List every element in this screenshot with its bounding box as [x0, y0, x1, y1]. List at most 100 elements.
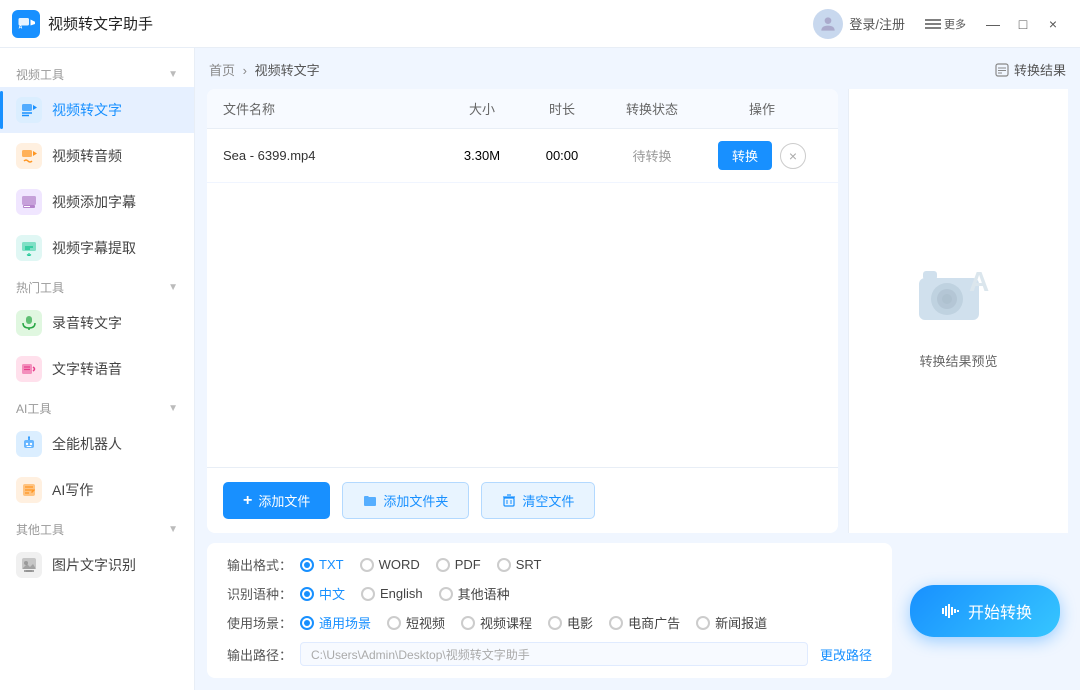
scene-news[interactable]: 新闻报道: [696, 613, 767, 632]
minimize-button[interactable]: —: [978, 11, 1008, 37]
col-status-header: 转换状态: [602, 99, 702, 118]
file-duration: 00:00: [522, 148, 602, 163]
radio-circle-english: [361, 587, 375, 601]
user-section[interactable]: 登录/注册: [813, 9, 905, 39]
sidebar-item-video-to-text[interactable]: 视频转文字: [0, 87, 194, 133]
result-button-label: 转换结果: [1014, 60, 1066, 79]
breadcrumb: 首页 › 视频转文字 转换结果: [207, 60, 1068, 79]
result-button[interactable]: 转换结果: [995, 60, 1066, 79]
start-button-area: 开始转换: [902, 543, 1068, 678]
radio-circle-course: [461, 616, 475, 630]
sidebar-item-ai-writing[interactable]: AI写作: [0, 467, 194, 513]
sidebar-item-label: 图片文字识别: [52, 555, 136, 575]
maximize-button[interactable]: □: [1008, 11, 1038, 37]
language-label: 识别语种：: [227, 584, 292, 603]
ai-robot-icon: [16, 431, 42, 457]
sidebar-item-video-add-caption[interactable]: 视频添加字幕: [0, 179, 194, 225]
content-body: 文件名称 大小 时长 转换状态 操作 Sea - 6399.mp4 3.30M …: [207, 89, 1068, 533]
scene-short-label: 短视频: [406, 613, 445, 632]
col-size-header: 大小: [442, 99, 522, 118]
file-table-body: Sea - 6399.mp4 3.30M 00:00 待转换 转换 ×: [207, 129, 838, 467]
scene-movie-label: 电影: [567, 613, 593, 632]
options-area: 输出格式： TXT WORD: [207, 543, 892, 678]
svg-text:A: A: [969, 266, 989, 297]
sidebar-item-label: 视频添加字幕: [52, 192, 136, 212]
scene-ecommerce[interactable]: 电商广告: [609, 613, 680, 632]
breadcrumb-current: 视频转文字: [255, 63, 320, 78]
format-word[interactable]: WORD: [360, 557, 420, 572]
ai-writing-icon: [16, 477, 42, 503]
clear-files-button[interactable]: 清空文件: [481, 482, 595, 519]
file-actions-cell: 转换 ×: [702, 141, 822, 170]
sidebar-item-text-to-audio[interactable]: 文字转语音: [0, 346, 194, 392]
delete-button[interactable]: ×: [780, 143, 806, 169]
close-button[interactable]: ×: [1038, 11, 1068, 37]
file-section: 文件名称 大小 时长 转换状态 操作 Sea - 6399.mp4 3.30M …: [207, 89, 838, 533]
app-title: 视频转文字助手: [48, 13, 813, 34]
sidebar-item-label: 文字转语音: [52, 359, 122, 379]
sidebar-item-audio-to-text[interactable]: 录音转文字: [0, 300, 194, 346]
lang-chinese[interactable]: 中文: [300, 584, 345, 603]
radio-circle-pdf: [436, 558, 450, 572]
path-input[interactable]: [300, 642, 808, 666]
radio-circle-word: [360, 558, 374, 572]
radio-circle-general: [300, 616, 314, 630]
app-logo: A: [12, 10, 40, 38]
file-action-buttons: + 添加文件 添加文件夹: [207, 467, 838, 533]
titlebar: A 视频转文字助手 登录/注册 更多 — □ ×: [0, 0, 1080, 48]
folder-icon: [363, 494, 377, 508]
sidebar-item-label: 视频转音频: [52, 146, 122, 166]
scene-general[interactable]: 通用场景: [300, 613, 371, 632]
sidebar-section-ai-tools: AI工具 ▼: [0, 392, 194, 421]
chevron-down-icon: ▼: [168, 403, 178, 414]
chevron-down-icon: ▼: [168, 69, 178, 80]
right-preview-panel: A 转换结果预览: [848, 89, 1068, 533]
path-row: 输出路径： 更改路径: [227, 642, 872, 666]
sidebar-item-label: 录音转文字: [52, 313, 122, 333]
sidebar-item-video-extract-caption[interactable]: 视频字幕提取: [0, 225, 194, 271]
add-folder-button[interactable]: 添加文件夹: [342, 482, 469, 519]
convert-button[interactable]: 转换: [718, 141, 772, 170]
lang-other[interactable]: 其他语种: [439, 584, 510, 603]
add-file-button[interactable]: + 添加文件: [223, 482, 330, 519]
chevron-down-icon: ▼: [168, 524, 178, 535]
sidebar-item-label: 全能机器人: [52, 434, 122, 454]
radio-circle-ecommerce: [609, 616, 623, 630]
scene-movie[interactable]: 电影: [548, 613, 593, 632]
preview-label: 转换结果预览: [919, 351, 997, 370]
avatar: [813, 9, 843, 39]
language-radio-group: 中文 English 其他语种: [300, 584, 510, 603]
format-srt[interactable]: SRT: [497, 557, 542, 572]
sidebar-item-label: 视频转文字: [52, 100, 122, 120]
lang-other-label: 其他语种: [458, 584, 510, 603]
login-label[interactable]: 登录/注册: [849, 14, 905, 33]
sidebar-item-label: 视频字幕提取: [52, 238, 136, 258]
scene-label: 使用场景：: [227, 613, 292, 632]
more-menu[interactable]: 更多: [925, 16, 966, 32]
scene-news-label: 新闻报道: [715, 613, 767, 632]
sidebar-item-ai-robot[interactable]: 全能机器人: [0, 421, 194, 467]
format-txt[interactable]: TXT: [300, 557, 344, 572]
format-label: 输出格式：: [227, 555, 292, 574]
change-path-button[interactable]: 更改路径: [820, 645, 872, 664]
radio-circle-txt: [300, 558, 314, 572]
sidebar-item-video-to-audio[interactable]: 视频转音频: [0, 133, 194, 179]
breadcrumb-home: 首页: [209, 63, 235, 78]
path-label: 输出路径：: [227, 645, 292, 664]
radio-circle-news: [696, 616, 710, 630]
more-label: 更多: [944, 16, 966, 32]
start-convert-button[interactable]: 开始转换: [910, 585, 1060, 637]
scene-course[interactable]: 视频课程: [461, 613, 532, 632]
language-row: 识别语种： 中文 English: [227, 584, 872, 603]
format-radio-group: TXT WORD PDF: [300, 557, 542, 572]
sidebar-item-image-ocr[interactable]: 图片文字识别: [0, 542, 194, 588]
preview-area: A 转换结果预览: [909, 89, 1009, 533]
format-pdf[interactable]: PDF: [436, 557, 481, 572]
text-audio-icon: [16, 356, 42, 382]
preview-illustration: A: [909, 253, 1009, 343]
audio-text-icon: [16, 310, 42, 336]
scene-short-video[interactable]: 短视频: [387, 613, 445, 632]
start-button-label: 开始转换: [968, 599, 1032, 623]
video-audio-icon: [16, 143, 42, 169]
lang-english[interactable]: English: [361, 586, 423, 601]
